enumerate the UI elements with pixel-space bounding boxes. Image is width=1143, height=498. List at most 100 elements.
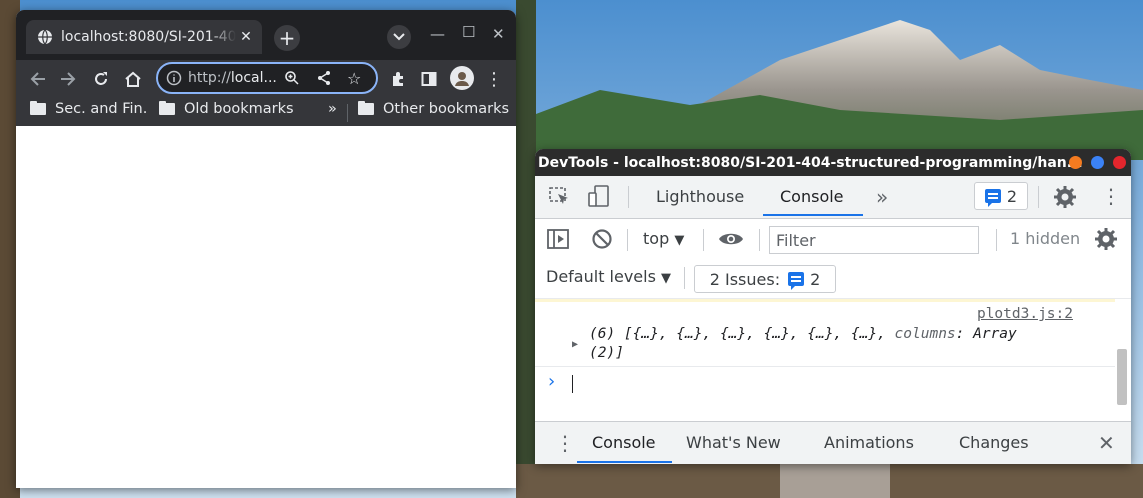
divider <box>1038 186 1039 208</box>
close-drawer-icon[interactable]: ✕ <box>1098 431 1115 455</box>
console-prompt-icon: › <box>548 371 556 392</box>
issues-counter-button[interactable]: 2 <box>974 182 1028 210</box>
side-panel-icon[interactable] <box>419 69 439 89</box>
divider <box>684 267 685 289</box>
zoom-icon[interactable] <box>284 70 300 86</box>
devtools-menu-kebab-icon[interactable]: ⋮ <box>1101 184 1121 208</box>
divider <box>703 229 704 251</box>
forward-icon[interactable] <box>58 69 78 89</box>
browser-tab[interactable]: localhost:8080/SI-201-404-structured-pro… <box>26 20 262 54</box>
more-tabs-button[interactable]: » <box>876 185 888 209</box>
divider <box>347 104 348 122</box>
devtools-window: DevTools - localhost:8080/SI-201-404-str… <box>535 149 1131 464</box>
active-tab-indicator <box>763 214 863 216</box>
console-levels-bar: Default levels ▼ 2 Issues: 2 <box>535 259 1131 299</box>
console-line-1: (6) [{…}, {…}, {…}, {…}, {…}, {…}, colum… <box>589 326 1017 342</box>
maximize-icon[interactable]: ☐ <box>462 23 475 41</box>
console-input-caret[interactable] <box>572 375 573 393</box>
filter-input[interactable]: Filter <box>769 226 979 254</box>
filter-placeholder: Filter <box>776 231 816 250</box>
minimize-dot[interactable] <box>1069 156 1082 169</box>
devtools-main-tabs: Lighthouse Console » 2 ⋮ <box>535 176 1131 219</box>
devtools-titlebar: DevTools - localhost:8080/SI-201-404-str… <box>535 149 1131 176</box>
tab-strip: localhost:8080/SI-201-404-structured-pro… <box>16 10 516 64</box>
home-icon[interactable] <box>123 69 143 89</box>
extensions-icon[interactable] <box>388 69 408 89</box>
bookmarks-overflow-button[interactable]: » <box>328 101 337 117</box>
drawer-tab-whats-new[interactable]: What's New <box>686 433 781 452</box>
page-content <box>16 126 516 488</box>
dropdown-arrow-icon: ▼ <box>674 233 685 248</box>
device-toolbar-icon[interactable] <box>588 185 610 209</box>
devtools-title: DevTools - localhost:8080/SI-201-404-str… <box>538 154 1083 171</box>
menu-kebab-icon[interactable]: ⋮ <box>484 69 504 90</box>
console-line-2: (2)] <box>589 345 624 361</box>
context-selector[interactable]: top ▼ <box>643 229 684 248</box>
console-toolbar: top ▼ Filter 1 hidden <box>535 219 1131 259</box>
folder-icon <box>159 101 175 115</box>
url-scheme: http:// <box>188 70 231 86</box>
drawer-tab-console[interactable]: Console <box>592 433 656 452</box>
issues-button[interactable]: 2 Issues: 2 <box>694 265 836 293</box>
browser-window: localhost:8080/SI-201-404-structured-pro… <box>16 10 516 488</box>
profile-avatar[interactable] <box>450 66 474 90</box>
sidebar-toggle-icon[interactable] <box>547 229 569 249</box>
console-scrollbar[interactable] <box>1117 349 1127 405</box>
live-expression-eye-icon[interactable] <box>718 231 744 247</box>
active-drawer-tab-indicator <box>577 461 672 463</box>
divider <box>628 186 629 208</box>
back-icon[interactable] <box>28 69 48 89</box>
tab-lighthouse[interactable]: Lighthouse <box>656 187 744 206</box>
drawer-tab-animations[interactable]: Animations <box>824 433 914 452</box>
url-host: local... <box>230 70 276 86</box>
clear-console-icon[interactable] <box>591 228 613 250</box>
address-bar[interactable]: http://local... ☆ <box>156 62 378 94</box>
folder-icon <box>30 101 46 115</box>
hidden-count: 1 hidden <box>1010 229 1081 248</box>
settings-gear-icon[interactable] <box>1054 186 1076 208</box>
console-message[interactable]: plotd3.js:2 ▶ (6) [{…}, {…}, {…}, {…}, {… <box>535 299 1115 367</box>
console-array-preview: (6) [{…}, {…}, {…}, {…}, {…}, {…}, <box>589 326 895 342</box>
minimize-icon[interactable]: — <box>430 25 445 43</box>
message-icon <box>788 272 805 290</box>
bookmarks-overflow-label: » <box>328 101 337 117</box>
expand-triangle-icon[interactable]: ▶ <box>572 339 578 350</box>
console-settings-gear-icon[interactable] <box>1095 228 1117 250</box>
log-levels-dropdown[interactable]: Default levels ▼ <box>546 267 671 286</box>
other-bookmarks-folder[interactable]: Other bookmarks <box>358 101 509 117</box>
maximize-dot[interactable] <box>1091 156 1104 169</box>
share-icon[interactable] <box>316 70 332 86</box>
inspect-element-icon[interactable] <box>549 187 571 207</box>
source-link[interactable]: plotd3.js:2 <box>977 306 1073 322</box>
info-icon[interactable] <box>166 70 182 86</box>
close-window-icon[interactable]: ✕ <box>492 25 505 43</box>
other-bookmarks-label: Other bookmarks <box>383 101 510 117</box>
close-dot[interactable] <box>1113 156 1126 169</box>
divider <box>996 229 997 251</box>
folder-icon <box>358 101 374 115</box>
console-output: plotd3.js:2 ▶ (6) [{…}, {…}, {…}, {…}, {… <box>535 298 1131 419</box>
drawer-tab-changes[interactable]: Changes <box>959 433 1029 452</box>
issues-count: 2 <box>1006 186 1018 206</box>
bookmark-label: Old bookmarks <box>184 101 294 117</box>
reload-icon[interactable] <box>91 69 111 89</box>
new-tab-button[interactable]: + <box>274 25 300 51</box>
bookmark-folder[interactable]: Old bookmarks <box>159 101 294 117</box>
bookmark-folder[interactable]: Sec. and Fin. <box>30 101 147 117</box>
tab-console[interactable]: Console <box>780 187 844 206</box>
tab-search-button[interactable] <box>387 25 411 49</box>
dropdown-arrow-icon: ▼ <box>661 271 672 286</box>
bookmark-label: Sec. and Fin. <box>55 101 148 117</box>
bookmarks-bar: Sec. and Fin. Old bookmarks » Other book… <box>16 98 516 126</box>
close-tab-icon[interactable]: ✕ <box>236 29 256 45</box>
divider <box>759 229 760 251</box>
issues-badge-count: 2 <box>810 269 821 289</box>
context-label: top <box>643 229 670 248</box>
drawer-tabs: ⋮ Console What's New Animations Changes … <box>535 421 1131 464</box>
console-prop-key: columns <box>894 326 956 342</box>
drawer-menu-kebab-icon[interactable]: ⋮ <box>555 431 575 455</box>
bookmark-star-icon[interactable]: ☆ <box>347 69 361 88</box>
levels-label: Default levels <box>546 267 656 286</box>
message-icon <box>984 189 1001 207</box>
divider <box>627 229 628 251</box>
